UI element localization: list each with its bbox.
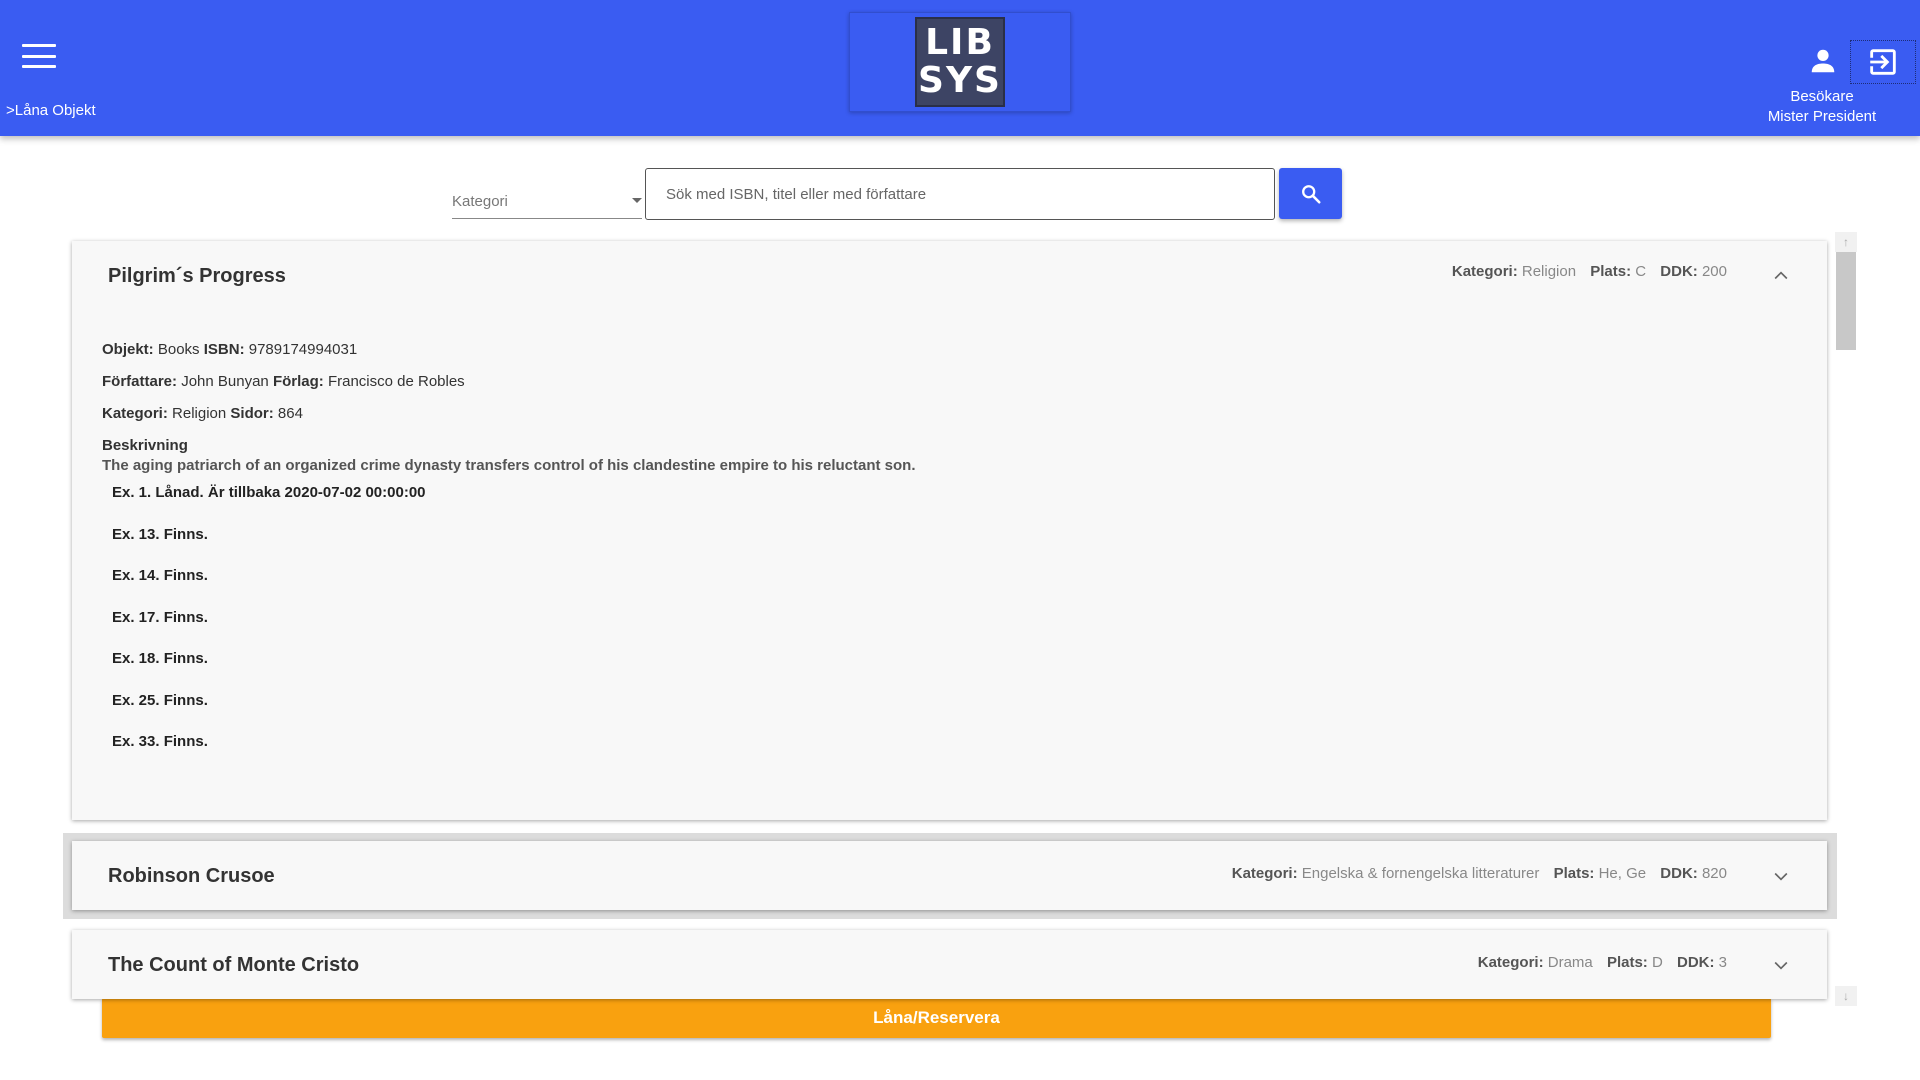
ddk-label: DDK: [1660, 865, 1698, 882]
book-meta: Kategori: Engelska & fornengelska litter… [1232, 865, 1727, 882]
chevron-up-icon[interactable] [1771, 266, 1791, 286]
logo-text-top: LIB [925, 22, 995, 63]
copy-item: Ex. 25. Finns. [112, 691, 208, 709]
description-text: The aging patriarch of an organized crim… [102, 457, 916, 474]
logo-text-bottom: SYS [918, 60, 1002, 101]
kategori-value: Engelska & fornengelska litteraturer [1301, 865, 1540, 882]
forlag-value: Francisco de Robles [327, 373, 465, 390]
forfattare-label: Författare: [102, 373, 178, 390]
plats-label: Plats: [1606, 954, 1648, 971]
book-card[interactable]: The Count of Monte Cristo Kategori: Dram… [72, 930, 1827, 999]
scrollbar[interactable]: ↑ ↓ [1835, 232, 1857, 1006]
book-details: Objekt: Books ISBN: 9789174994031 Förfat… [102, 341, 1782, 775]
kategori-value: Drama [1547, 954, 1593, 971]
breadcrumb: >Låna Objekt [6, 102, 96, 119]
ddk-value: 3 [1718, 954, 1727, 971]
user-icon[interactable] [1808, 46, 1838, 76]
scroll-down-arrow-icon[interactable]: ↓ [1835, 986, 1857, 1006]
forfattare-value: John Bunyan [181, 373, 269, 390]
copy-item: Ex. 13. Finns. [112, 525, 208, 543]
copy-item: Ex. 17. Finns. [112, 608, 208, 626]
objekt-value: Books [157, 341, 200, 358]
caret-down-icon [632, 198, 642, 203]
book-title[interactable]: Pilgrim´s Progress [108, 265, 286, 288]
kategori-value: Religion [1521, 263, 1577, 280]
book-title[interactable]: The Count of Monte Cristo [108, 954, 359, 977]
search-input[interactable] [645, 168, 1275, 220]
isbn-label: ISBN: [203, 341, 245, 358]
book-card[interactable]: Robinson Crusoe Kategori: Engelska & for… [72, 841, 1827, 910]
user-name: Mister President [1767, 108, 1877, 125]
detail-row-forfattare: Författare: John Bunyan Förlag: Francisc… [102, 373, 1782, 405]
sidor-value: 864 [277, 405, 303, 422]
copy-item: Ex. 18. Finns. [112, 650, 208, 667]
copy-item: Ex. 14. Finns. [112, 567, 208, 584]
description-label: Beskrivning [102, 437, 188, 454]
book-title[interactable]: Robinson Crusoe [108, 865, 275, 888]
detail-row-objekt: Objekt: Books ISBN: 9789174994031 [102, 341, 1782, 373]
category-placeholder: Kategori [452, 193, 508, 210]
copies-list: Ex. 1. Lånad. Är tillbaka 2020-07-02 00:… [112, 484, 1782, 775]
detail-row-kategori: Kategori: Religion Sidor: 864 [102, 405, 1782, 437]
user-info: Besökare Mister President [1740, 87, 1904, 127]
chevron-down-icon[interactable] [1771, 866, 1791, 886]
borrow-reserve-button[interactable]: Låna/Reservera [102, 998, 1771, 1038]
plats-value: D [1651, 954, 1663, 971]
ddk-value: 200 [1701, 263, 1727, 280]
logout-button[interactable] [1850, 40, 1916, 84]
kategori-label: Kategori: [1231, 865, 1298, 882]
sidor-label: Sidor: [230, 405, 274, 422]
copy-item: Ex. 1. Lånad. Är tillbaka 2020-07-02 00:… [112, 484, 426, 501]
plats-value: He, Ge [1598, 865, 1647, 882]
hamburger-menu-icon[interactable] [18, 38, 60, 74]
copy-item: Ex. 33. Finns. [112, 733, 208, 750]
libsys-logo: LIB SYS [915, 17, 1005, 107]
scroll-up-arrow-icon[interactable]: ↑ [1835, 232, 1857, 252]
book-card-expanded: Pilgrim´s Progress Kategori: Religion Pl… [72, 241, 1827, 1038]
category-select[interactable]: Kategori [452, 186, 642, 219]
logo-container[interactable]: LIB SYS [849, 12, 1071, 112]
logout-icon [1870, 49, 1896, 75]
app-header: >Låna Objekt LIB SYS Besökare Mister Pre… [0, 0, 1920, 136]
plats-value: C [1635, 263, 1647, 280]
ddk-value: 820 [1701, 865, 1727, 882]
detail-kategori-label: Kategori: [102, 405, 168, 422]
search-button[interactable] [1279, 168, 1342, 219]
forlag-label: Förlag: [272, 373, 324, 390]
objekt-label: Objekt: [102, 341, 154, 358]
isbn-value: 9789174994031 [248, 341, 358, 358]
scrollbar-thumb[interactable] [1836, 252, 1856, 350]
search-icon [1301, 184, 1321, 204]
ddk-label: DDK: [1676, 954, 1715, 971]
user-role: Besökare [1790, 88, 1854, 105]
kategori-label: Kategori: [1451, 263, 1518, 280]
kategori-label: Kategori: [1477, 954, 1544, 971]
plats-label: Plats: [1590, 263, 1632, 280]
plats-label: Plats: [1553, 865, 1595, 882]
book-meta: Kategori: Drama Plats: D DDK: 3 [1478, 954, 1727, 971]
ddk-label: DDK: [1660, 263, 1698, 280]
chevron-down-icon[interactable] [1771, 955, 1791, 975]
book-meta: Kategori: Religion Plats: C DDK: 200 [1452, 263, 1727, 280]
detail-kategori-value: Religion [172, 405, 227, 422]
